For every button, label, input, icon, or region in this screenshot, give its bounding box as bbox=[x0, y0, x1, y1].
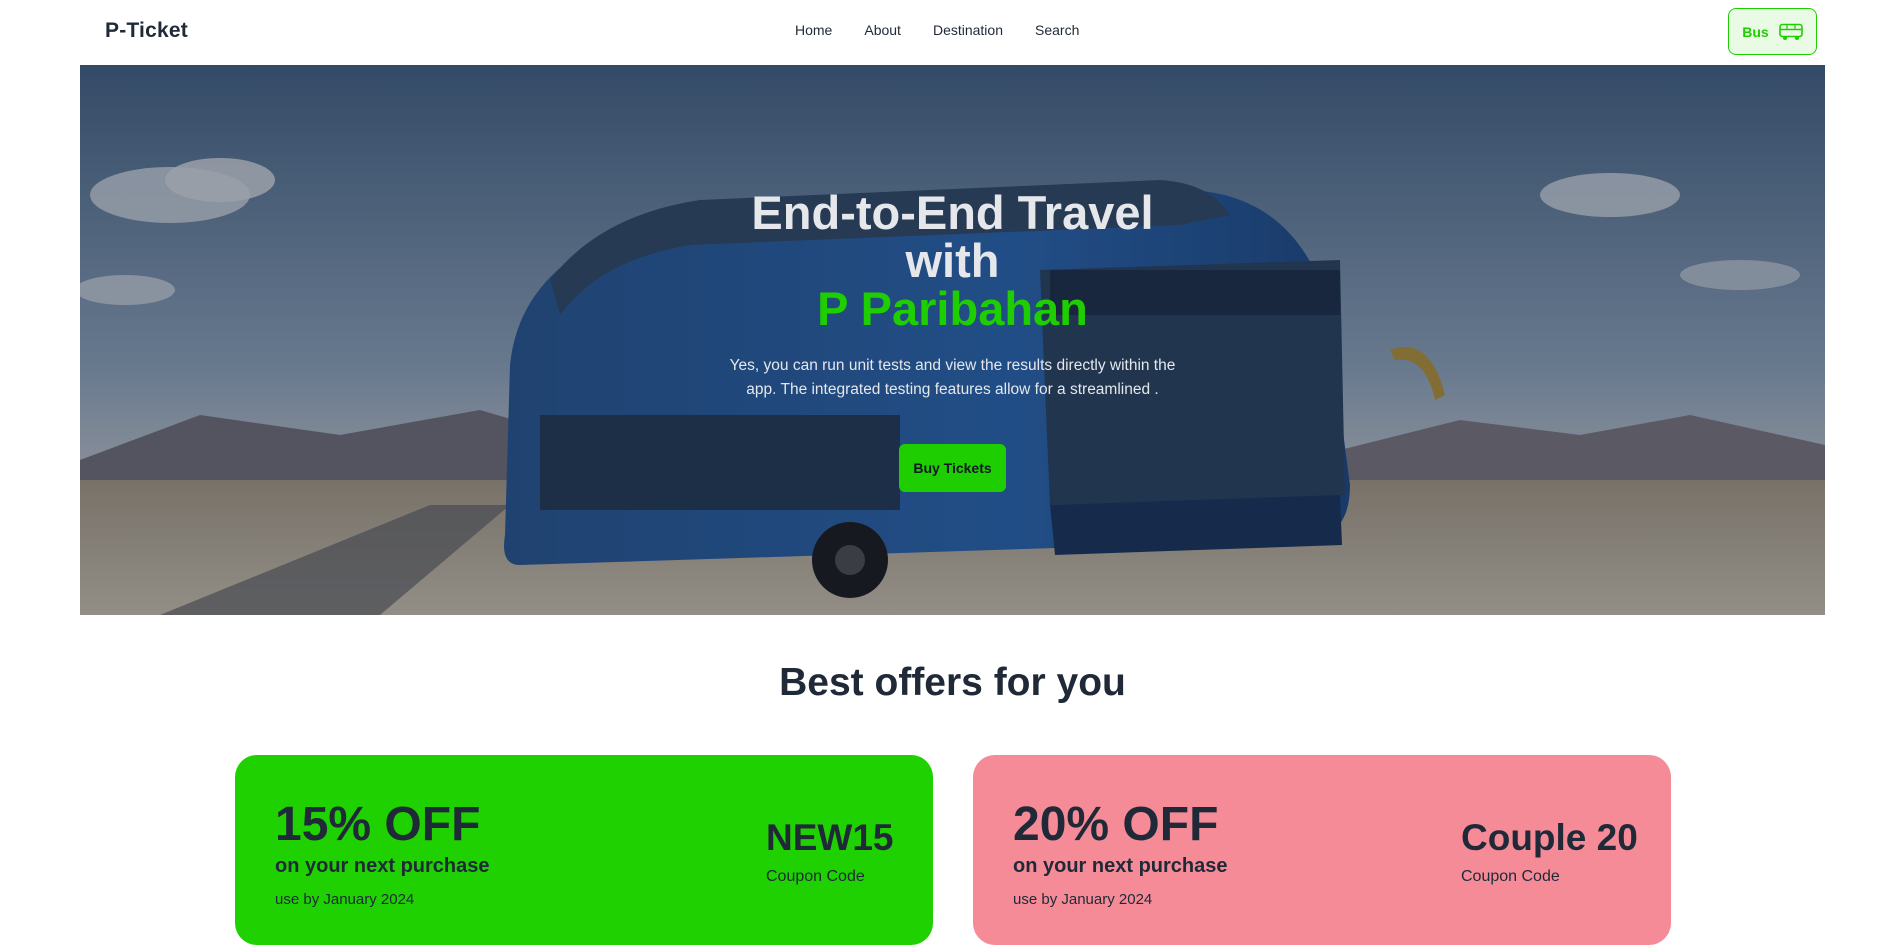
offer-subtitle: on your next purchase bbox=[275, 855, 490, 877]
offer-card-15[interactable]: 15% OFF on your next purchase use by Jan… bbox=[235, 755, 933, 945]
offer-discount: 20% OFF bbox=[1013, 798, 1219, 851]
offer-coupon-label: Coupon Code bbox=[766, 868, 865, 885]
offer-subtitle: on your next purchase bbox=[1013, 855, 1228, 877]
offer-coupon-code[interactable]: NEW15 bbox=[766, 817, 893, 859]
nav-link-search[interactable]: Search bbox=[1035, 22, 1079, 38]
nav-link-about[interactable]: About bbox=[864, 22, 901, 38]
offer-discount: 15% OFF bbox=[275, 798, 481, 851]
offer-coupon-label: Coupon Code bbox=[1461, 868, 1560, 885]
hero-banner: End-to-End Travel with P Paribahan Yes, … bbox=[80, 65, 1825, 615]
hero-title-line1: End-to-End Travel bbox=[751, 186, 1154, 239]
offer-card-20[interactable]: 20% OFF on your next purchase use by Jan… bbox=[973, 755, 1671, 945]
offers-heading: Best offers for you bbox=[779, 661, 1126, 704]
top-navbar: P-Ticket Home About Destination Search B… bbox=[0, 0, 1897, 65]
nav-link-destination[interactable]: Destination bbox=[933, 22, 1003, 38]
offer-coupon-code[interactable]: Couple 20 bbox=[1461, 817, 1638, 859]
offer-validity: use by January 2024 bbox=[1013, 891, 1153, 908]
bus-button[interactable]: Bus bbox=[1728, 8, 1817, 55]
hero-title-line2: with bbox=[905, 234, 1000, 287]
brand-logo[interactable]: P-Ticket bbox=[105, 19, 188, 43]
hero-content: End-to-End Travel with P Paribahan Yes, … bbox=[80, 65, 1825, 615]
bus-icon bbox=[1778, 23, 1803, 40]
buy-tickets-button[interactable]: Buy Tickets bbox=[899, 444, 1006, 492]
hero-title-accent: P Paribahan bbox=[817, 282, 1088, 335]
offer-validity: use by January 2024 bbox=[275, 891, 415, 908]
hero-title: End-to-End Travel with P Paribahan bbox=[80, 189, 1825, 333]
hero-description: Yes, you can run unit tests and view the… bbox=[729, 357, 1176, 398]
nav-link-home[interactable]: Home bbox=[795, 22, 832, 38]
nav-links: Home About Destination Search bbox=[795, 22, 1111, 38]
bus-button-label: Bus bbox=[1742, 23, 1769, 40]
